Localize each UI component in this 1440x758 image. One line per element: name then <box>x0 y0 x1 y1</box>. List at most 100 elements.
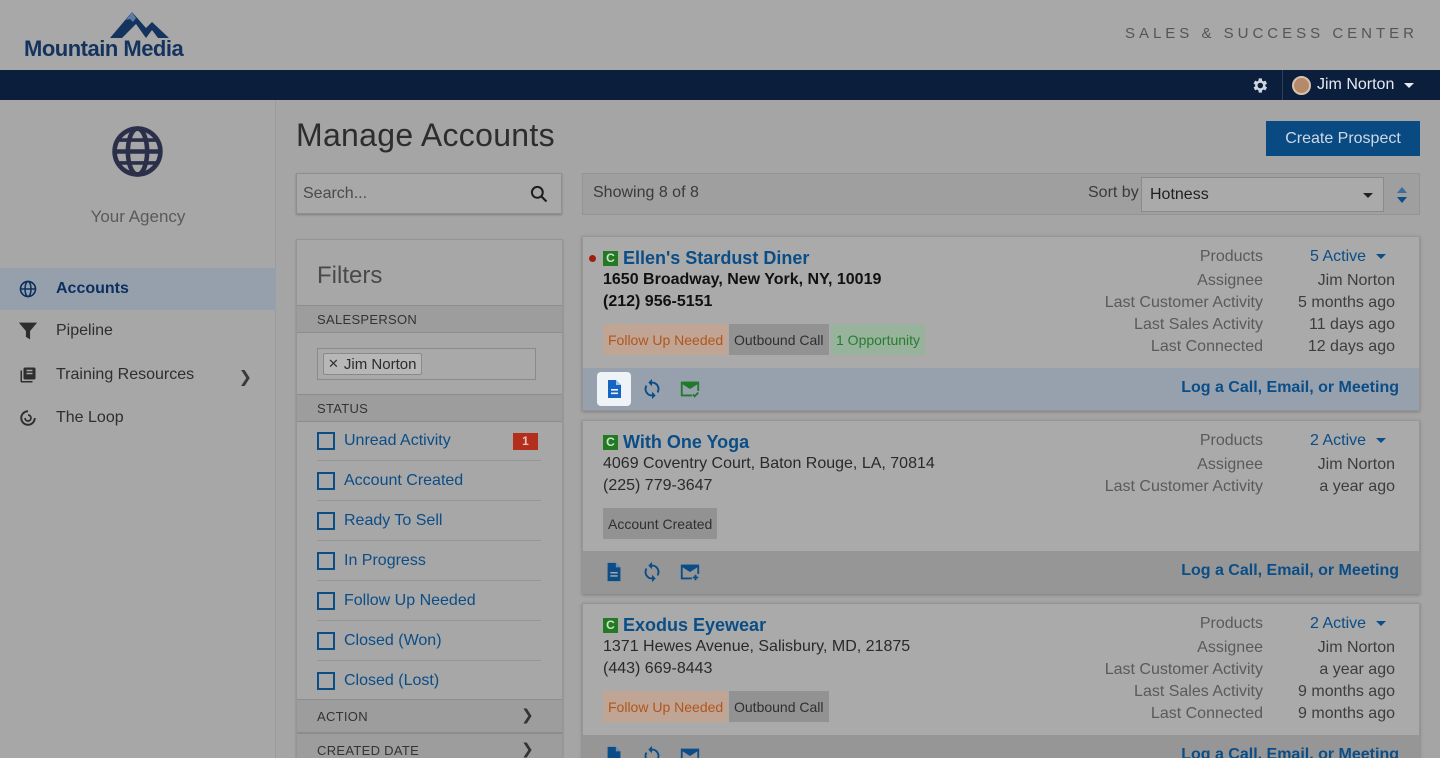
chevron-down-icon <box>1376 438 1387 444</box>
opportunity-tag[interactable]: 1 Opportunity <box>831 324 926 355</box>
sidebar: Your Agency Accounts Pipeline Training R… <box>0 100 276 758</box>
status-option-closed-won[interactable]: Closed (Won) <box>317 621 541 661</box>
loop-icon <box>18 408 38 428</box>
sort-select[interactable]: Hotness <box>1141 177 1384 212</box>
sync-icon[interactable] <box>641 745 663 758</box>
status-tag: Account Created <box>603 508 718 539</box>
log-activity-link[interactable]: Log a Call, Email, or Meeting <box>1181 379 1399 397</box>
sidebar-item-accounts[interactable]: Accounts <box>0 268 276 310</box>
notes-icon[interactable] <box>603 745 625 758</box>
last-connected-value: 12 days ago <box>1307 338 1395 355</box>
log-activity-link[interactable]: Log a Call, Email, or Meeting <box>1181 746 1399 758</box>
status-option-unread-activity[interactable]: Unread Activity 1 <box>317 421 541 461</box>
top-header: Mountain Media SALES & SUCCESS CENTER <box>0 0 1440 70</box>
status-option-follow-up-needed[interactable]: Follow Up Needed <box>317 581 541 621</box>
last-customer-activity-value: a year ago <box>1319 478 1395 495</box>
mountain-media-logo[interactable]: Mountain Media <box>24 10 199 62</box>
checkbox[interactable] <box>317 591 335 610</box>
chevron-down-icon <box>1376 254 1387 260</box>
account-address: 4069 Coventry Court, Baton Rouge, LA, 70… <box>603 455 935 472</box>
sort-direction-icon[interactable] <box>1395 185 1409 205</box>
email-add-icon[interactable] <box>679 561 701 583</box>
notes-icon[interactable] <box>603 561 625 583</box>
library-books-icon <box>18 365 38 385</box>
products-dropdown[interactable]: 2 Active <box>1310 432 1387 450</box>
products-value: 5 Active <box>1310 248 1367 265</box>
sync-icon[interactable] <box>641 561 663 583</box>
funnel-icon <box>18 321 38 341</box>
account-name-link[interactable]: Ellen's Stardust Diner <box>623 248 809 269</box>
account-name-link[interactable]: Exodus Eyewear <box>623 615 766 636</box>
account-name-link[interactable]: With One Yoga <box>623 432 749 453</box>
products-label: Products <box>1199 615 1263 632</box>
salesperson-tag: ✕ Jim Norton <box>323 353 423 375</box>
checkbox[interactable] <box>317 551 335 570</box>
card-actions: Log a Call, Email, or Meeting <box>583 368 1419 410</box>
assignee-value: Jim Norton <box>1317 639 1395 656</box>
sidebar-item-training-resources[interactable]: Training Resources ❯ <box>0 354 276 396</box>
created-date-filter-label: CREATED DATE <box>317 742 420 758</box>
status-option-closed-lost[interactable]: Closed (Lost) <box>317 661 541 701</box>
sidebar-item-label: Training Resources <box>56 366 195 383</box>
created-date-filter-header[interactable]: CREATED DATE ❯ <box>297 733 562 758</box>
salesperson-tag-input[interactable]: ✕ Jim Norton <box>317 348 536 380</box>
last-customer-activity-value: a year ago <box>1319 661 1395 678</box>
unread-count-badge: 1 <box>513 433 538 450</box>
search-input[interactable] <box>303 183 513 205</box>
action-filter-header[interactable]: ACTION ❯ <box>297 699 562 733</box>
salesperson-tag-label: Jim Norton <box>343 355 417 373</box>
assignee-value: Jim Norton <box>1317 456 1395 473</box>
search-box <box>296 173 562 214</box>
navbar-divider <box>1282 70 1283 100</box>
last-connected-label: Last Connected <box>1150 705 1263 722</box>
sync-icon[interactable] <box>641 378 663 400</box>
checkbox[interactable] <box>317 471 335 490</box>
products-dropdown[interactable]: 2 Active <box>1310 615 1387 633</box>
last-connected-value: 9 months ago <box>1298 705 1395 722</box>
remove-tag-icon[interactable]: ✕ <box>328 356 339 372</box>
status-label: Account Created <box>344 471 464 489</box>
sidebar-item-the-loop[interactable]: The Loop <box>0 397 276 439</box>
status-option-ready-to-sell[interactable]: Ready To Sell <box>317 501 541 541</box>
assignee-label: Assignee <box>1197 639 1263 656</box>
filters-panel: Filters SALESPERSON ✕ Jim Norton STATUS … <box>296 239 563 758</box>
checkbox[interactable] <box>317 511 335 530</box>
checkbox[interactable] <box>317 672 335 690</box>
status-label: Closed (Won) <box>344 631 442 649</box>
assignee-value: Jim Norton <box>1317 272 1395 289</box>
chevron-right-icon: ❯ <box>521 741 534 758</box>
filters-title: Filters <box>317 262 383 289</box>
sidebar-item-label: The Loop <box>56 409 124 426</box>
status-tag: Outbound Call <box>729 691 829 722</box>
sidebar-item-label: Accounts <box>56 280 129 297</box>
search-icon[interactable] <box>529 184 549 204</box>
customer-badge: C <box>603 251 618 266</box>
card-actions: Log a Call, Email, or Meeting <box>583 735 1419 758</box>
salesperson-filter-header: SALESPERSON <box>297 305 562 333</box>
log-activity-link[interactable]: Log a Call, Email, or Meeting <box>1181 562 1399 580</box>
email-check-icon[interactable] <box>679 378 701 400</box>
products-dropdown[interactable]: 5 Active <box>1310 248 1387 266</box>
account-address: 1650 Broadway, New York, NY, 10019 <box>603 271 882 288</box>
gear-icon[interactable] <box>1250 76 1269 95</box>
notes-icon[interactable] <box>597 372 631 406</box>
status-option-in-progress[interactable]: In Progress <box>317 541 541 581</box>
globe-icon <box>112 126 163 177</box>
email-add-icon[interactable] <box>679 745 701 758</box>
card-actions: Log a Call, Email, or Meeting <box>583 551 1419 593</box>
customer-badge: C <box>603 435 618 450</box>
account-phone: (225) 779-3647 <box>603 477 713 494</box>
results-count: Showing 8 of 8 <box>593 184 699 201</box>
sort-value: Hotness <box>1150 185 1209 203</box>
status-option-account-created[interactable]: Account Created <box>317 461 541 501</box>
checkbox[interactable] <box>317 631 335 650</box>
sidebar-item-pipeline[interactable]: Pipeline <box>0 310 276 352</box>
checkbox[interactable] <box>317 431 335 450</box>
account-card: C Exodus Eyewear 1371 Hewes Avenue, Sali… <box>582 603 1420 758</box>
status-label: Ready To Sell <box>344 511 443 529</box>
user-menu[interactable]: Jim Norton <box>1292 74 1415 96</box>
products-label: Products <box>1199 248 1263 265</box>
status-label: Unread Activity <box>344 431 451 449</box>
create-prospect-button[interactable]: Create Prospect <box>1266 121 1420 156</box>
logo-text: Mountain Media <box>24 36 184 61</box>
